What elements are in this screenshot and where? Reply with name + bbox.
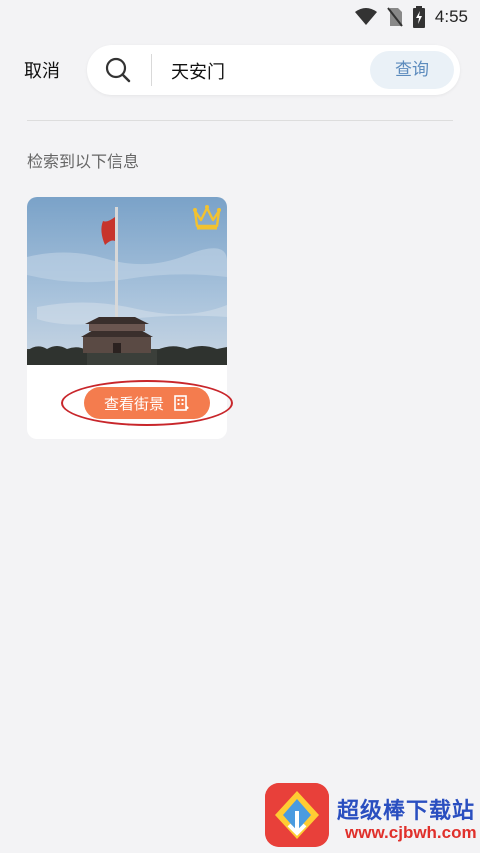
status-bar: 4:55 [0, 0, 480, 34]
search-icon[interactable] [105, 57, 131, 83]
crown-icon [193, 205, 221, 230]
watermark-logo-icon [265, 783, 329, 847]
header-divider [27, 120, 453, 121]
query-button[interactable]: 查询 [370, 51, 454, 89]
no-sim-icon [387, 7, 403, 27]
watermark-title: 超级棒下载站 [337, 799, 476, 824]
status-icons: 4:55 [354, 6, 468, 28]
watermark: 超级棒下载站 www.cjbwh.com [265, 783, 480, 853]
watermark-url: www.cjbwh.com [345, 823, 477, 842]
status-time: 4:55 [434, 7, 468, 26]
highlight-ellipse [61, 380, 233, 426]
cancel-button[interactable]: 取消 [24, 57, 60, 83]
battery-charging-icon [412, 6, 425, 28]
results-label: 检索到以下信息 [27, 152, 140, 171]
search-bar: 天安门 查询 [87, 45, 460, 95]
search-input[interactable]: 天安门 [171, 58, 351, 84]
wifi-icon [354, 8, 377, 25]
search-divider [151, 54, 152, 86]
